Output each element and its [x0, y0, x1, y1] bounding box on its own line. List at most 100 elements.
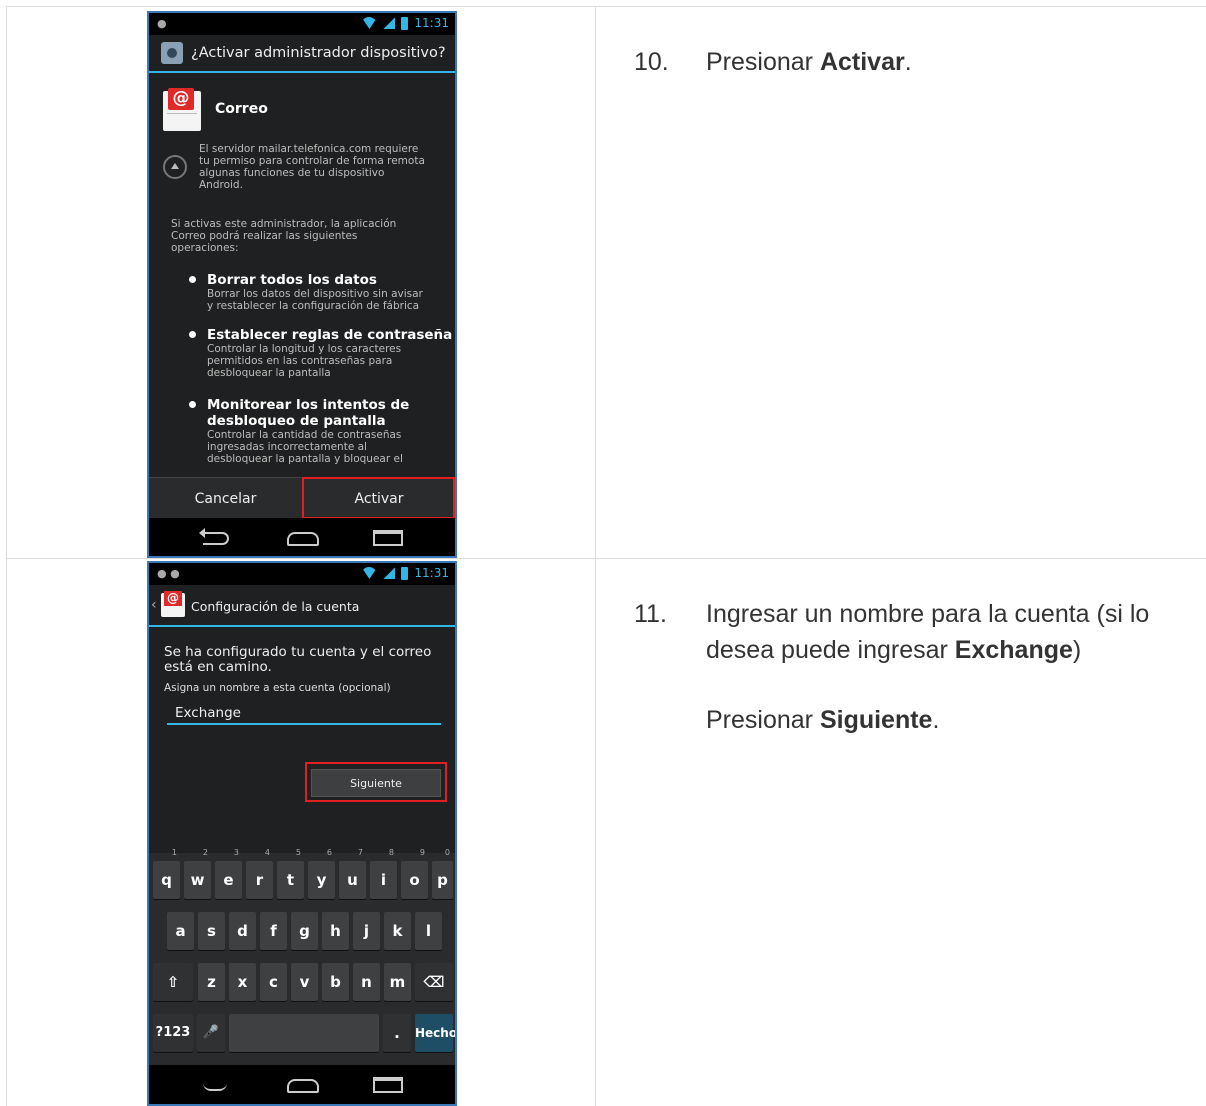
home-icon[interactable] [287, 532, 319, 546]
table-row-divider [6, 558, 1206, 559]
status-time: 11:31 [414, 16, 449, 30]
key[interactable]: 0p [432, 849, 453, 899]
wifi-icon [361, 567, 378, 579]
step-11-line3-suffix: . [932, 706, 940, 734]
intro-text-line: Correo podrá realizar las siguientes [171, 230, 358, 242]
key[interactable]: k [384, 912, 411, 950]
battery-icon [401, 566, 409, 580]
home-icon[interactable] [287, 1079, 319, 1093]
permission-desc: Controlar la longitud y los caracteres [207, 343, 402, 355]
period-key[interactable]: . [383, 1014, 411, 1052]
key[interactable]: f [260, 912, 287, 950]
bullet-icon [189, 331, 196, 338]
account-setup-screen: ‹ Configuración de la cuenta Se ha confi… [149, 585, 455, 1087]
key[interactable]: c [260, 963, 287, 1001]
microphone-key-icon[interactable]: 🎤 [197, 1014, 225, 1052]
done-key[interactable]: Hecho [415, 1014, 455, 1052]
permission-title: Borrar todos los datos [207, 272, 377, 288]
permission-title: Establecer reglas de contraseña [207, 327, 453, 343]
table-border-left [6, 6, 7, 1106]
key[interactable]: d [229, 912, 256, 950]
key[interactable]: x [229, 963, 256, 1001]
key[interactable]: m [384, 963, 411, 1001]
navigation-bar [149, 518, 455, 556]
key[interactable]: a [167, 912, 194, 950]
phone-screenshot-account-setup: ● ● 11:31 ‹ Configuración de la cuenta S… [147, 561, 457, 1106]
key[interactable]: 3e [215, 849, 242, 899]
key[interactable]: 2w [184, 849, 211, 899]
step-10-bold: Activar [819, 48, 905, 76]
key-number: 9 [419, 848, 425, 857]
activate-highlight-box [302, 477, 455, 519]
key[interactable]: s [198, 912, 225, 950]
dialog-title: ¿Activar administrador dispositivo? [191, 45, 446, 61]
hide-keyboard-icon[interactable] [203, 1083, 227, 1091]
step-11-line3-prefix: Presionar [706, 706, 820, 734]
key[interactable]: 8i [370, 849, 397, 899]
key-label: w [190, 871, 205, 889]
symbols-key[interactable]: ?123 [153, 1014, 193, 1052]
intro-text-line: operaciones: [171, 242, 239, 254]
status-icons: 11:31 [361, 16, 449, 30]
action-bar: ‹ Configuración de la cuenta [149, 585, 455, 627]
key[interactable]: 4r [246, 849, 273, 899]
setup-message-line: Se ha configurado tu cuenta y el correo [164, 644, 432, 660]
permission-item: Monitorear los intentos de desbloqueo de… [189, 397, 455, 465]
key[interactable]: h [322, 912, 349, 950]
mail-app-icon [161, 591, 185, 617]
key[interactable]: 1q [153, 849, 180, 899]
settings-gear-icon [161, 42, 183, 64]
key-label: t [286, 871, 295, 889]
permission-item: Establecer reglas de contraseña Controla… [189, 327, 455, 379]
intro-text: Si activas este administrador, la aplica… [171, 218, 396, 254]
key-number: 5 [295, 848, 301, 857]
server-text-line: Android. [199, 179, 243, 191]
permission-desc: Borrar los datos del dispositivo sin avi… [207, 288, 423, 300]
key[interactable]: 9o [401, 849, 428, 899]
setup-message: Se ha configurado tu cuenta y el correo … [164, 645, 444, 675]
key-label: o [409, 871, 420, 889]
permission-title: Monitorear los intentos de [207, 397, 410, 413]
signal-icon [383, 17, 396, 29]
key[interactable]: n [353, 963, 380, 1001]
key-number: 2 [202, 848, 208, 857]
shift-key-icon[interactable]: ⇧ [153, 963, 193, 1001]
key[interactable]: 5t [277, 849, 304, 899]
app-name: Correo [215, 101, 268, 117]
table-column-divider [595, 6, 596, 1106]
recent-apps-icon[interactable] [373, 1077, 403, 1093]
key-label: u [347, 871, 358, 889]
server-text-line: algunas funciones de tu dispositivo [199, 167, 385, 179]
step-11-line2-bold: Exchange [954, 636, 1073, 664]
expand-toggle-icon[interactable] [163, 155, 187, 179]
key[interactable]: v [291, 963, 318, 1001]
bullet-icon [189, 276, 196, 283]
recent-apps-icon[interactable] [373, 530, 403, 546]
device-admin-screen: ¿Activar administrador dispositivo? Corr… [149, 35, 455, 478]
key[interactable]: l [415, 912, 442, 950]
notification-icon: ● ● [157, 567, 180, 580]
up-arrow-icon[interactable]: ‹ [151, 597, 157, 613]
battery-icon [401, 16, 409, 30]
intro-text-line: Si activas este administrador, la aplica… [171, 218, 397, 230]
key[interactable]: j [353, 912, 380, 950]
key[interactable]: g [291, 912, 318, 950]
account-name-value: Exchange [175, 705, 241, 721]
back-icon[interactable] [199, 528, 229, 545]
cancel-button[interactable]: Cancelar [149, 478, 302, 520]
key[interactable]: z [198, 963, 225, 1001]
key[interactable]: 6y [308, 849, 335, 899]
step-11-number: 11. [634, 600, 667, 628]
server-text: El servidor mailar.telefonica.com requie… [199, 143, 425, 191]
wifi-icon [361, 17, 378, 29]
space-key[interactable] [229, 1014, 379, 1052]
status-bar: ● ● 11:31 [149, 563, 455, 585]
table-border-top [6, 6, 1206, 7]
key[interactable]: 7u [339, 849, 366, 899]
step-11-instruction: 11. Ingresar un nombre para la cuenta (si… [634, 596, 1149, 738]
key[interactable]: b [322, 963, 349, 1001]
backspace-key-icon[interactable]: ⌫ [415, 963, 453, 1001]
account-name-input[interactable]: Exchange [167, 703, 441, 725]
permission-desc: y restablecer la configuración de fábric… [207, 300, 420, 312]
key-label: q [161, 871, 172, 889]
